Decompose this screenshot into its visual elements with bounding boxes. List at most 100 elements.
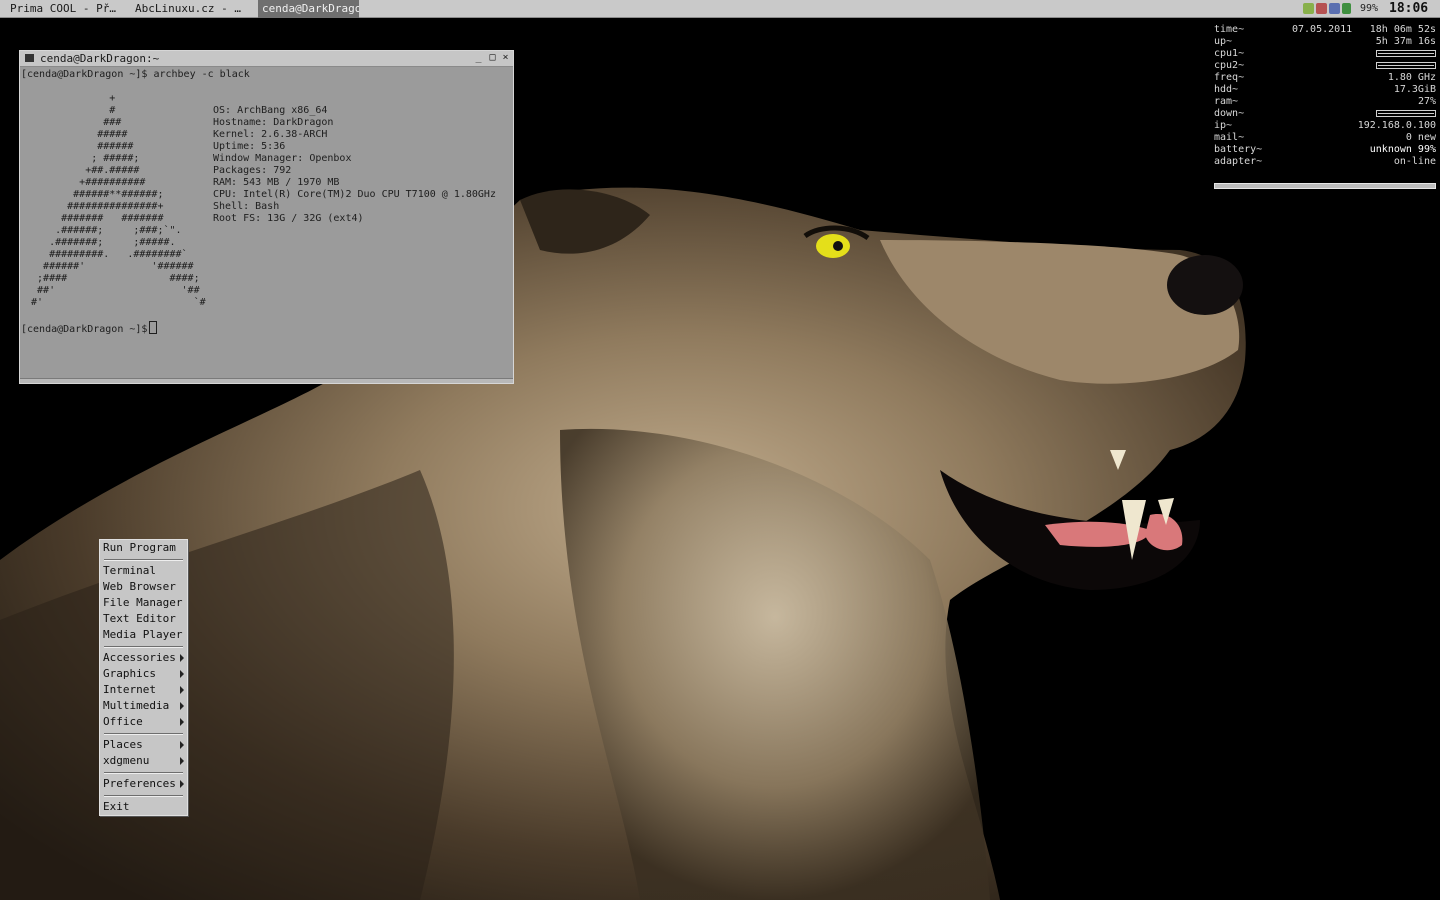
menu-item-label: Multimedia bbox=[103, 699, 170, 712]
menu-item-media-player[interactable]: Media Player bbox=[100, 627, 187, 643]
ascii-logo-line: ######' '###### bbox=[25, 261, 194, 272]
openbox-root-menu[interactable]: Run Program Terminal Web Browser File Manag… bbox=[99, 539, 188, 816]
system-info-line: Root FS: 13G / 32G (ext4) bbox=[213, 213, 364, 224]
menu-item-multimedia[interactable]: Multimedia bbox=[100, 698, 187, 714]
conky-row: cpu1~ bbox=[1214, 48, 1436, 60]
conky-value: 192.168.0.100 bbox=[1357, 120, 1436, 131]
ascii-logo-line: .#######; ;#####. bbox=[25, 237, 176, 248]
conky-value: 27% bbox=[1417, 96, 1436, 107]
conky-value: 1.80 GHz bbox=[1387, 72, 1436, 83]
menu-item-label: Places bbox=[103, 738, 143, 751]
conky-row: mail~ 0 new bbox=[1214, 132, 1436, 144]
flag-icon[interactable] bbox=[1329, 3, 1340, 14]
menu-item-label: Run Program bbox=[103, 541, 176, 554]
system-info-line: Hostname: DarkDragon bbox=[213, 117, 334, 128]
menu-item-label: Internet bbox=[103, 683, 156, 696]
menu-item-label: Graphics bbox=[103, 667, 156, 680]
minimize-icon[interactable]: _ bbox=[473, 52, 484, 64]
terminal-window[interactable]: cenda@DarkDragon:~ _ □ × [cenda@DarkDrag… bbox=[19, 50, 514, 384]
conky-value: unknown 99% bbox=[1369, 144, 1436, 155]
system-info-line: RAM: 543 MB / 1970 MB bbox=[213, 177, 340, 188]
menu-item-accessories[interactable]: Accessories bbox=[100, 650, 187, 666]
submenu-arrow-icon bbox=[180, 654, 184, 662]
menu-item-label: Accessories bbox=[103, 651, 176, 664]
menu-item-file-manager[interactable]: File Manager bbox=[100, 595, 187, 611]
menu-separator bbox=[104, 646, 183, 648]
ascii-logo-line: #' `# bbox=[25, 297, 206, 308]
menu-item-terminal[interactable]: Terminal bbox=[100, 563, 187, 579]
ascii-logo-line: ### bbox=[25, 117, 122, 128]
battery-icon[interactable] bbox=[1342, 3, 1351, 14]
terminal-cursor bbox=[149, 321, 158, 334]
menu-item-preferences[interactable]: Preferences bbox=[100, 776, 187, 792]
submenu-arrow-icon bbox=[180, 741, 184, 749]
taskbar-task-prima[interactable]: Prima COOL - Př… bbox=[6, 0, 126, 18]
menu-item-graphics[interactable]: Graphics bbox=[100, 666, 187, 682]
conky-date: 07.05.2011 bbox=[1292, 24, 1353, 35]
menu-item-text-editor[interactable]: Text Editor bbox=[100, 611, 187, 627]
ascii-logo-line: ##### bbox=[25, 129, 128, 140]
conky-graph bbox=[1376, 50, 1436, 57]
terminal-title: cenda@DarkDragon:~ bbox=[40, 52, 160, 65]
menu-item-office[interactable]: Office bbox=[100, 714, 187, 730]
conky-label: mail~ bbox=[1214, 132, 1245, 143]
battery-percentage: 99% bbox=[1360, 3, 1379, 14]
menu-item-label: Office bbox=[103, 715, 143, 728]
conky-label: cpu2~ bbox=[1214, 60, 1245, 71]
ascii-logo-line: ; #####; bbox=[25, 153, 140, 164]
ascii-logo-line: +########## bbox=[25, 177, 146, 188]
menu-separator bbox=[104, 772, 183, 774]
taskbar-task-abclinuxu[interactable]: AbcLinuxu.cz - … bbox=[131, 0, 251, 18]
menu-separator bbox=[104, 559, 183, 561]
conky-row: up~ 5h 37m 16s bbox=[1214, 36, 1436, 48]
menu-item-web-browser[interactable]: Web Browser bbox=[100, 579, 187, 595]
submenu-arrow-icon bbox=[180, 718, 184, 726]
conky-disk-bar bbox=[1214, 183, 1436, 189]
system-info-line: Packages: 792 bbox=[213, 165, 292, 176]
system-info-line: Window Manager: Openbox bbox=[213, 153, 352, 164]
system-info-line: Uptime: 5:36 bbox=[213, 141, 286, 152]
conky-row: hdd~ 17.3GiB bbox=[1214, 84, 1436, 96]
close-icon[interactable]: × bbox=[500, 52, 511, 64]
terminal-bottom-border[interactable] bbox=[20, 378, 513, 383]
menu-item-xdgmenu[interactable]: xdgmenu bbox=[100, 753, 187, 769]
clock[interactable]: 18:06 bbox=[1389, 0, 1428, 18]
conky-row: adapter~ on-line bbox=[1214, 156, 1436, 168]
conky-row: time~ 07.05.2011 18h 06m 52s bbox=[1214, 24, 1436, 36]
system-info: OS: ArchBang x86_64 Hostname: DarkDragon K… bbox=[213, 105, 496, 225]
menu-item-exit[interactable]: Exit bbox=[100, 799, 187, 815]
terminal-output[interactable]: [cenda@DarkDragon ~]$ archbey -c black +… bbox=[21, 69, 511, 369]
conky-label: hdd~ bbox=[1214, 84, 1239, 95]
terminal-prompt-line[interactable]: [cenda@DarkDragon ~]$ bbox=[21, 321, 158, 336]
terminal-titlebar[interactable]: cenda@DarkDragon:~ _ □ × bbox=[20, 51, 513, 67]
ascii-logo-line: .######; ;###;`". bbox=[25, 225, 182, 236]
ascii-logo-line: ######**######; bbox=[25, 189, 164, 200]
menu-item-label: xdgmenu bbox=[103, 754, 150, 767]
menu-separator bbox=[104, 733, 183, 735]
conky-graph bbox=[1376, 110, 1436, 117]
ascii-logo-line: ;#### ####; bbox=[25, 273, 200, 284]
system-info-line: CPU: Intel(R) Core(TM)2 Duo CPU T7100 @ … bbox=[213, 189, 496, 200]
taskbar-task-terminal[interactable]: cenda@DarkDrago… bbox=[258, 0, 359, 18]
conky-label: ip~ bbox=[1214, 120, 1233, 131]
menu-item-label: Exit bbox=[103, 800, 130, 813]
conky-value: on-line bbox=[1393, 156, 1436, 167]
ascii-logo-line: + bbox=[25, 93, 116, 104]
menu-item-places[interactable]: Places bbox=[100, 737, 187, 753]
menu-separator bbox=[104, 795, 183, 797]
menu-item-internet[interactable]: Internet bbox=[100, 682, 187, 698]
maximize-icon[interactable]: □ bbox=[487, 52, 498, 64]
taskbar: Prima COOL - Př… AbcLinuxu.cz - … cenda@… bbox=[0, 0, 1440, 18]
menu-item-label: Terminal bbox=[103, 564, 156, 577]
ascii-logo-line: ###############+ bbox=[25, 201, 164, 212]
conky-row: down~ bbox=[1214, 108, 1436, 120]
conky-label: cpu1~ bbox=[1214, 48, 1245, 59]
menu-item-label: Preferences bbox=[103, 777, 176, 790]
ascii-logo-line: # bbox=[25, 105, 116, 116]
conky-value: 17.3GiB bbox=[1393, 84, 1436, 95]
menu-item-run-program[interactable]: Run Program bbox=[100, 540, 187, 556]
volume-icon[interactable] bbox=[1316, 3, 1327, 14]
menu-item-label: Web Browser bbox=[103, 580, 176, 593]
network-icon[interactable] bbox=[1303, 3, 1314, 14]
conky-label: freq~ bbox=[1214, 72, 1245, 83]
